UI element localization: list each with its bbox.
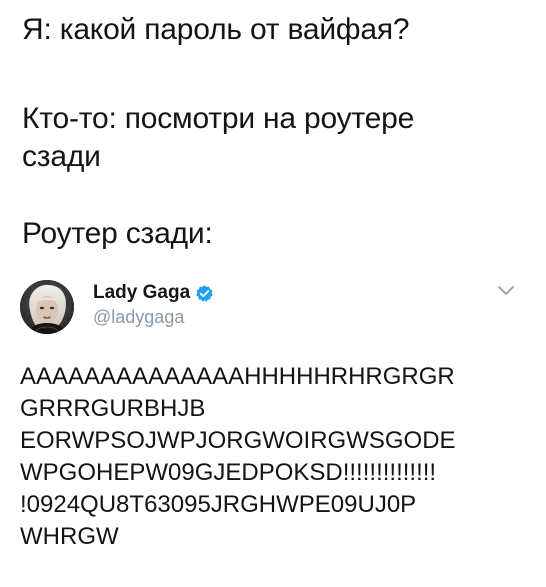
display-name[interactable]: Lady Gaga xyxy=(93,282,190,304)
tweet-text-line: GRRRGURBHJB xyxy=(20,395,206,422)
tweet-author: Lady Gaga @ladygaga xyxy=(93,280,214,328)
caption-question: Я: какой пароль от вайфая? xyxy=(22,13,410,46)
tweet-card: Lady Gaga @ladygaga AAAAAAAAAAAAAAHHHHHR… xyxy=(0,274,546,587)
tweet-text-line: !0924QU8T63095JRGHWPE09UJ0P xyxy=(20,491,417,518)
caption-answer: Кто-то: посмотри на роутере сзади xyxy=(22,102,415,173)
chevron-down-icon[interactable] xyxy=(496,284,516,298)
verified-badge-icon xyxy=(195,284,214,303)
tweet-text-line: WPGOHEPW09GJEDPOKSD!!!!!!!!!!!!!! xyxy=(20,459,437,486)
name-row: Lady Gaga xyxy=(93,280,214,306)
tweet-text: AAAAAAAAAAAAAAHHHHHRHRGRGR GRRRGURBHJB E… xyxy=(20,361,540,553)
tweet-text-line: EORWPSOJWPJORGWOIRGWSGODE xyxy=(20,427,456,454)
tweet-text-line: AAAAAAAAAAAAAAHHHHHRHRGRGR xyxy=(20,363,455,390)
avatar[interactable] xyxy=(20,280,74,334)
tweet-text-line: WHRGW xyxy=(20,523,119,550)
caption-router-back: Роутер сзади: xyxy=(22,217,213,250)
handle[interactable]: @ladygaga xyxy=(93,307,214,328)
avatar-photo-icon xyxy=(20,280,74,334)
